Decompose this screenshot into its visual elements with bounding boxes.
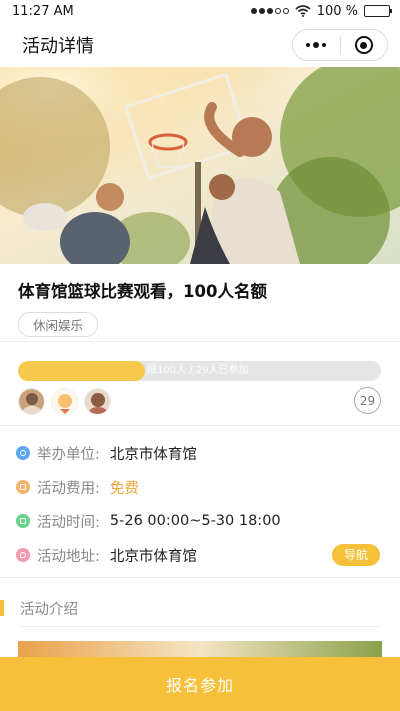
category-tag: 休闲娱乐: [18, 312, 99, 337]
section-accent-bar: [0, 600, 4, 616]
avatar[interactable]: [51, 387, 78, 415]
avatar[interactable]: [84, 387, 111, 415]
signup-button[interactable]: 报名参加: [0, 657, 400, 711]
navigate-button[interactable]: 导航: [331, 544, 380, 566]
miniprogram-capsule: [292, 29, 388, 61]
close-miniprogram-button[interactable]: [341, 30, 388, 60]
progress-text: 限100人 / 29人已参加: [147, 365, 249, 376]
progress-fill: [18, 361, 146, 381]
info-row-address: 活动地址: 北京市体育馆 导航: [16, 538, 380, 572]
organizer-value: 北京市体育馆: [109, 446, 197, 463]
participant-count-badge[interactable]: 29: [354, 387, 381, 414]
more-button[interactable]: [293, 30, 340, 60]
location-icon: [16, 548, 30, 562]
status-time: 11:27 AM: [12, 3, 74, 19]
status-bar: 11:27 AM 100 %: [0, 0, 400, 22]
clock-icon: [16, 514, 30, 528]
nav-bar: 活动详情: [0, 22, 400, 67]
time-value: 5-26 00:00~5-30 18:00: [109, 513, 281, 529]
status-indicators: 100 %: [250, 3, 392, 19]
event-title-block: 体育馆篮球比赛观看，100人名额 休闲娱乐: [0, 264, 400, 342]
participation-block: 限100人 / 29人已参加 29: [0, 342, 400, 426]
more-icon: [306, 42, 327, 48]
fee-value: 免费: [109, 480, 139, 497]
avatar[interactable]: [18, 387, 45, 415]
intro-section-header: 活动介绍: [0, 590, 400, 626]
time-label: 活动时间:: [37, 514, 100, 531]
organizer-label: 举办单位:: [37, 446, 100, 463]
divider: [18, 626, 382, 627]
info-row-fee: 活动费用: 免费: [16, 470, 380, 504]
info-row-time: 活动时间: 5-26 00:00~5-30 18:00: [16, 504, 380, 538]
battery-icon: [364, 5, 392, 17]
event-info-list: 举办单位: 北京市体育馆 活动费用: 免费 活动时间: 5-26 00:00~5…: [0, 426, 400, 578]
fee-label: 活动费用:: [37, 480, 100, 497]
signal-icon: [250, 8, 289, 14]
wifi-icon: [295, 5, 311, 17]
address-label: 活动地址:: [37, 548, 100, 565]
money-icon: [16, 480, 30, 494]
target-icon: [354, 36, 373, 54]
participant-avatars[interactable]: 29: [18, 387, 381, 415]
battery-percent: 100 %: [316, 3, 358, 19]
intro-title: 活动介绍: [20, 601, 78, 618]
link-icon: [16, 446, 30, 460]
page-title: 活动详情: [22, 35, 94, 57]
address-value: 北京市体育馆: [109, 548, 197, 565]
info-row-organizer: 举办单位: 北京市体育馆: [16, 436, 380, 470]
event-title: 体育馆篮球比赛观看，100人名额: [18, 282, 267, 301]
participation-progress: 限100人 / 29人已参加: [18, 361, 381, 381]
event-hero-image: [0, 67, 400, 264]
